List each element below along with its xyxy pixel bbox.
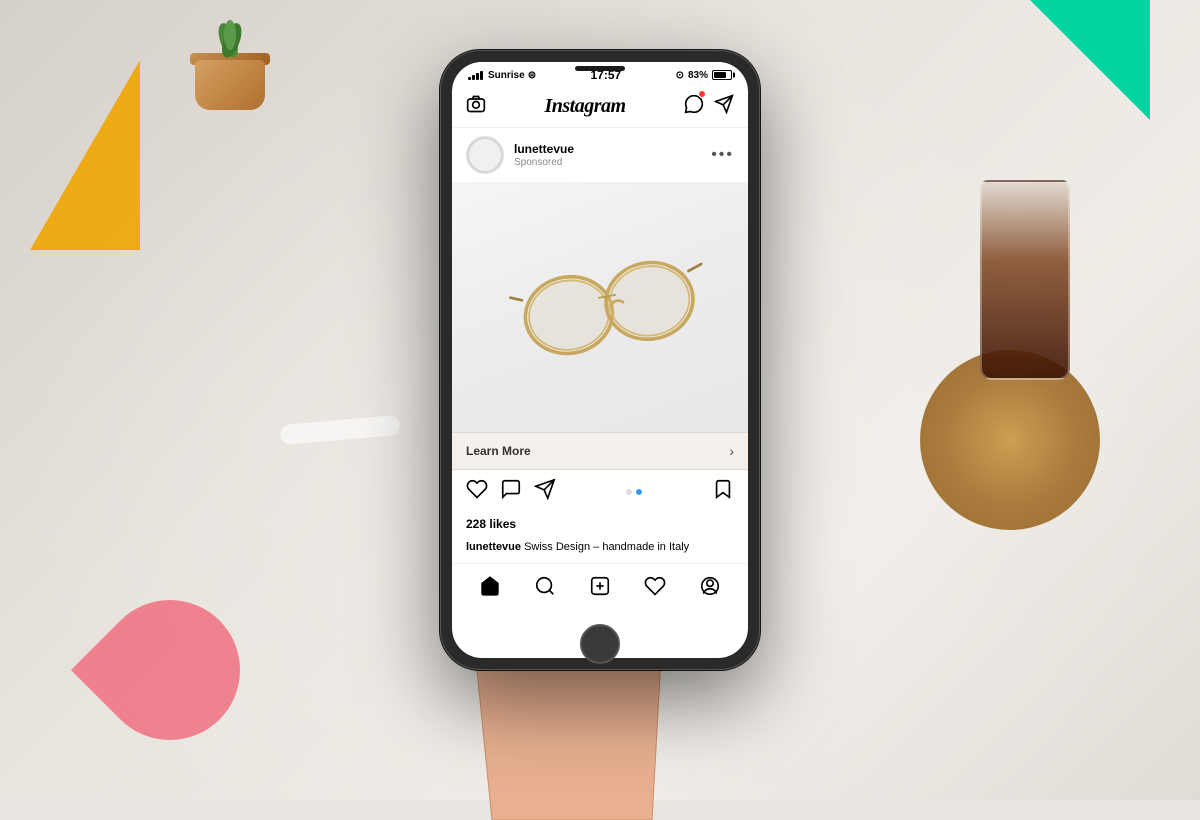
likes-section: 228 likes: [452, 513, 748, 535]
avatar-image: [468, 138, 502, 172]
nav-search[interactable]: [527, 572, 563, 600]
carousel-dot-2: [636, 489, 642, 495]
signal-bar-2: [472, 75, 475, 80]
camera-icon[interactable]: [466, 94, 486, 119]
home-button[interactable]: [580, 624, 620, 664]
signal-bar-1: [468, 77, 471, 80]
direct-message-icon[interactable]: [684, 94, 704, 119]
status-right: ⊙ 83%: [676, 70, 732, 81]
phone-earpiece: [575, 66, 625, 71]
post-image: [452, 182, 748, 432]
battery-percent: 83%: [688, 70, 708, 81]
post-sponsored-label: Sponsored: [514, 157, 574, 168]
bookmark-icon[interactable]: [712, 478, 734, 505]
learn-more-text: Learn More: [466, 444, 531, 458]
signal-bar-3: [476, 73, 479, 80]
caption: lunettevue Swiss Design – handmade in It…: [452, 535, 748, 563]
status-carrier: Sunrise ⊜: [468, 70, 536, 81]
phone-screen: Sunrise ⊜ 17:57 ⊙ 83%: [452, 62, 748, 658]
nav-profile[interactable]: [692, 572, 728, 600]
header-icons-right: [684, 94, 734, 119]
action-icons-left: [466, 478, 556, 505]
heart-icon[interactable]: [466, 478, 488, 505]
instagram-header: Instagram: [452, 86, 748, 128]
orange-triangle-decoration: [30, 60, 140, 250]
battery-fill: [714, 72, 726, 78]
learn-more-bar[interactable]: Learn More ›: [452, 432, 748, 470]
phone-body: Sunrise ⊜ 17:57 ⊙ 83%: [440, 50, 760, 670]
caption-username: lunettevue: [466, 541, 521, 553]
post-user-info[interactable]: lunettevue Sponsored: [466, 136, 574, 174]
nav-plus[interactable]: [582, 572, 618, 600]
post-header: lunettevue Sponsored •••: [452, 128, 748, 182]
post-username: lunettevue: [514, 142, 574, 158]
learn-more-arrow: ›: [729, 443, 734, 459]
caption-text: lunettevue Swiss Design – handmade in It…: [466, 541, 689, 553]
plant-leaves: [205, 20, 255, 70]
carousel-dot-1: [626, 489, 632, 495]
plant-pot: [180, 20, 280, 110]
location-icon: ⊙: [676, 70, 684, 81]
bottom-nav: [452, 563, 748, 610]
instagram-logo: Instagram: [544, 95, 625, 118]
post-user-text: lunettevue Sponsored: [514, 142, 574, 169]
caption-content: Swiss Design – handmade in Italy: [521, 541, 689, 553]
action-bar: [452, 470, 748, 513]
avatar-ring: [466, 136, 504, 174]
signal-bars: [468, 71, 483, 80]
glasses-svg: [502, 241, 718, 383]
battery-icon: [712, 70, 732, 80]
nav-heart[interactable]: [637, 572, 673, 600]
phone-wrapper: Sunrise ⊜ 17:57 ⊙ 83%: [440, 50, 760, 670]
carousel-dots: [556, 489, 712, 495]
coffee-glass: [980, 180, 1070, 380]
share-icon[interactable]: [534, 478, 556, 505]
carrier-name: Sunrise: [488, 70, 525, 81]
direct-send-icon[interactable]: [714, 94, 734, 119]
notification-badge: [698, 90, 706, 98]
signal-bar-4: [480, 71, 483, 80]
post-menu-dots[interactable]: •••: [711, 146, 734, 164]
likes-count: 228 likes: [466, 517, 516, 531]
nav-home[interactable]: [472, 572, 508, 600]
comment-icon[interactable]: [500, 478, 522, 505]
wifi-icon: ⊜: [528, 70, 536, 81]
